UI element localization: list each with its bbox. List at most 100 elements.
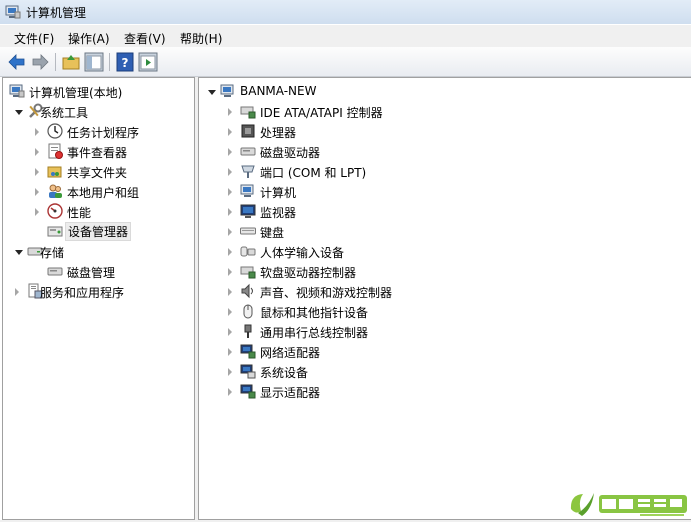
tree-item-local-users[interactable]: 本地用户和组 bbox=[35, 181, 192, 201]
device-tree: BANMA-NEW IDE ATA/ATAPI 控制器 处理器 磁盘驱动器 端口… bbox=[198, 77, 691, 520]
tree-item-device-manager[interactable]: 设备管理器 bbox=[35, 221, 192, 241]
expand-arrow-icon[interactable] bbox=[208, 90, 216, 95]
device-category-label: 键盘 bbox=[260, 226, 285, 240]
processor-icon bbox=[240, 123, 256, 139]
device-category-label: 鼠标和其他指针设备 bbox=[260, 306, 369, 320]
device-category-hid[interactable]: 人体学输入设备 bbox=[228, 241, 528, 261]
device-category-label: 系统设备 bbox=[260, 366, 309, 380]
device-category-label: 人体学输入设备 bbox=[260, 246, 345, 260]
show-hide-tree-icon[interactable] bbox=[84, 52, 104, 72]
device-category-floppy-controller[interactable]: 软盘驱动器控制器 bbox=[228, 261, 528, 281]
device-root-label: BANMA-NEW bbox=[240, 84, 317, 98]
device-category-label: 磁盘驱动器 bbox=[260, 146, 321, 160]
local-users-icon bbox=[47, 183, 63, 199]
expand-arrow-icon[interactable] bbox=[228, 368, 232, 376]
expand-arrow-icon[interactable] bbox=[228, 228, 232, 236]
menu-bar: 文件(F) 操作(A) 查看(V) 帮助(H) bbox=[0, 25, 691, 47]
properties-pane-icon[interactable] bbox=[138, 52, 158, 72]
device-category-label: 通用串行总线控制器 bbox=[260, 326, 369, 340]
tree-item-label: 磁盘管理 bbox=[67, 266, 116, 280]
menu-file[interactable]: 文件(F) bbox=[14, 30, 54, 47]
tree-item-services-apps[interactable]: 服务和应用程序 bbox=[15, 281, 192, 301]
device-category-monitor[interactable]: 监视器 bbox=[228, 201, 528, 221]
device-category-mouse[interactable]: 鼠标和其他指针设备 bbox=[228, 301, 528, 321]
device-category-label: 计算机 bbox=[260, 186, 297, 200]
device-category-usb[interactable]: 通用串行总线控制器 bbox=[228, 321, 528, 341]
expand-arrow-icon[interactable] bbox=[228, 108, 232, 116]
up-folder-icon[interactable] bbox=[61, 52, 81, 72]
device-category-label: IDE ATA/ATAPI 控制器 bbox=[260, 106, 383, 120]
expand-arrow-icon[interactable] bbox=[15, 110, 23, 115]
network-adapter-icon bbox=[240, 343, 256, 359]
expand-arrow-icon[interactable] bbox=[35, 148, 39, 156]
expand-arrow-icon[interactable] bbox=[15, 288, 19, 296]
svg-text:?: ? bbox=[122, 56, 129, 70]
tree-item-label: 设备管理器 bbox=[65, 222, 132, 241]
expand-arrow-icon[interactable] bbox=[35, 188, 39, 196]
expand-arrow-icon[interactable] bbox=[228, 128, 232, 136]
hid-icon bbox=[240, 243, 256, 259]
toolbar-separator bbox=[55, 53, 56, 71]
console-tree: 计算机管理(本地) 系统工具 任务计划程序 事件查看器 共享文件夹 本地用户和组… bbox=[2, 77, 195, 520]
expand-arrow-icon[interactable] bbox=[228, 348, 232, 356]
device-category-keyboard[interactable]: 键盘 bbox=[228, 221, 528, 241]
performance-icon bbox=[47, 203, 63, 219]
device-category-network-adapter[interactable]: 网络适配器 bbox=[228, 341, 528, 361]
expand-arrow-icon[interactable] bbox=[228, 328, 232, 336]
tree-item-performance[interactable]: 性能 bbox=[35, 201, 192, 221]
display-adapter-icon bbox=[240, 383, 256, 399]
tree-item-label: 事件查看器 bbox=[67, 146, 128, 160]
expand-arrow-icon[interactable] bbox=[228, 188, 232, 196]
help-icon[interactable]: ? bbox=[115, 52, 135, 72]
tree-item-label: 本地用户和组 bbox=[67, 186, 140, 200]
toolbar: ? bbox=[0, 47, 691, 77]
tree-item-system-tools[interactable]: 系统工具 bbox=[15, 101, 192, 121]
tree-item-task-scheduler[interactable]: 任务计划程序 bbox=[35, 121, 192, 141]
computer-icon bbox=[220, 83, 236, 99]
expand-arrow-icon[interactable] bbox=[228, 248, 232, 256]
disk-management-icon bbox=[47, 263, 63, 279]
expand-arrow-icon[interactable] bbox=[35, 208, 39, 216]
tree-item-label: 服务和应用程序 bbox=[40, 286, 125, 300]
device-category-system-devices[interactable]: 系统设备 bbox=[228, 361, 528, 381]
expand-arrow-icon[interactable] bbox=[228, 388, 232, 396]
expand-arrow-icon[interactable] bbox=[228, 308, 232, 316]
device-category-label: 监视器 bbox=[260, 206, 297, 220]
menu-help[interactable]: 帮助(H) bbox=[180, 30, 222, 47]
expand-arrow-icon[interactable] bbox=[228, 208, 232, 216]
device-category-ide[interactable]: IDE ATA/ATAPI 控制器 bbox=[228, 101, 528, 121]
sound-icon bbox=[240, 283, 256, 299]
forward-icon[interactable] bbox=[30, 52, 50, 72]
tree-item-storage[interactable]: 存储 bbox=[15, 241, 192, 261]
device-category-label: 软盘驱动器控制器 bbox=[260, 266, 357, 280]
back-icon[interactable] bbox=[7, 52, 27, 72]
device-category-port[interactable]: 端口 (COM 和 LPT) bbox=[228, 161, 528, 181]
device-category-disk[interactable]: 磁盘驱动器 bbox=[228, 141, 528, 161]
device-category-sound[interactable]: 声音、视频和游戏控制器 bbox=[228, 281, 528, 301]
expand-arrow-icon[interactable] bbox=[228, 288, 232, 296]
device-manager-icon bbox=[47, 223, 63, 239]
menu-action[interactable]: 操作(A) bbox=[68, 30, 110, 47]
floppy-controller-icon bbox=[240, 263, 256, 279]
device-category-computer[interactable]: 计算机 bbox=[228, 181, 528, 201]
expand-arrow-icon[interactable] bbox=[35, 128, 39, 136]
expand-arrow-icon[interactable] bbox=[228, 268, 232, 276]
tree-item-label: 计算机管理(本地) bbox=[29, 86, 123, 100]
tree-item-shared-folders[interactable]: 共享文件夹 bbox=[35, 161, 192, 181]
expand-arrow-icon[interactable] bbox=[35, 168, 39, 176]
keyboard-icon bbox=[240, 223, 256, 239]
expand-arrow-icon[interactable] bbox=[228, 148, 232, 156]
computer-management-icon bbox=[9, 83, 25, 99]
expand-arrow-icon[interactable] bbox=[15, 250, 23, 255]
device-category-display-adapter[interactable]: 显示适配器 bbox=[228, 381, 528, 401]
device-category-processor[interactable]: 处理器 bbox=[228, 121, 528, 141]
tree-item-event-viewer[interactable]: 事件查看器 bbox=[35, 141, 192, 161]
tree-item-disk-management[interactable]: 磁盘管理 bbox=[35, 261, 192, 281]
event-viewer-icon bbox=[47, 143, 63, 159]
task-scheduler-icon bbox=[47, 123, 63, 139]
device-root[interactable]: BANMA-NEW bbox=[208, 81, 508, 101]
tree-item-computer-management[interactable]: 计算机管理(本地) bbox=[7, 81, 192, 101]
expand-arrow-icon[interactable] bbox=[228, 168, 232, 176]
mouse-icon bbox=[240, 303, 256, 319]
menu-view[interactable]: 查看(V) bbox=[124, 30, 166, 47]
